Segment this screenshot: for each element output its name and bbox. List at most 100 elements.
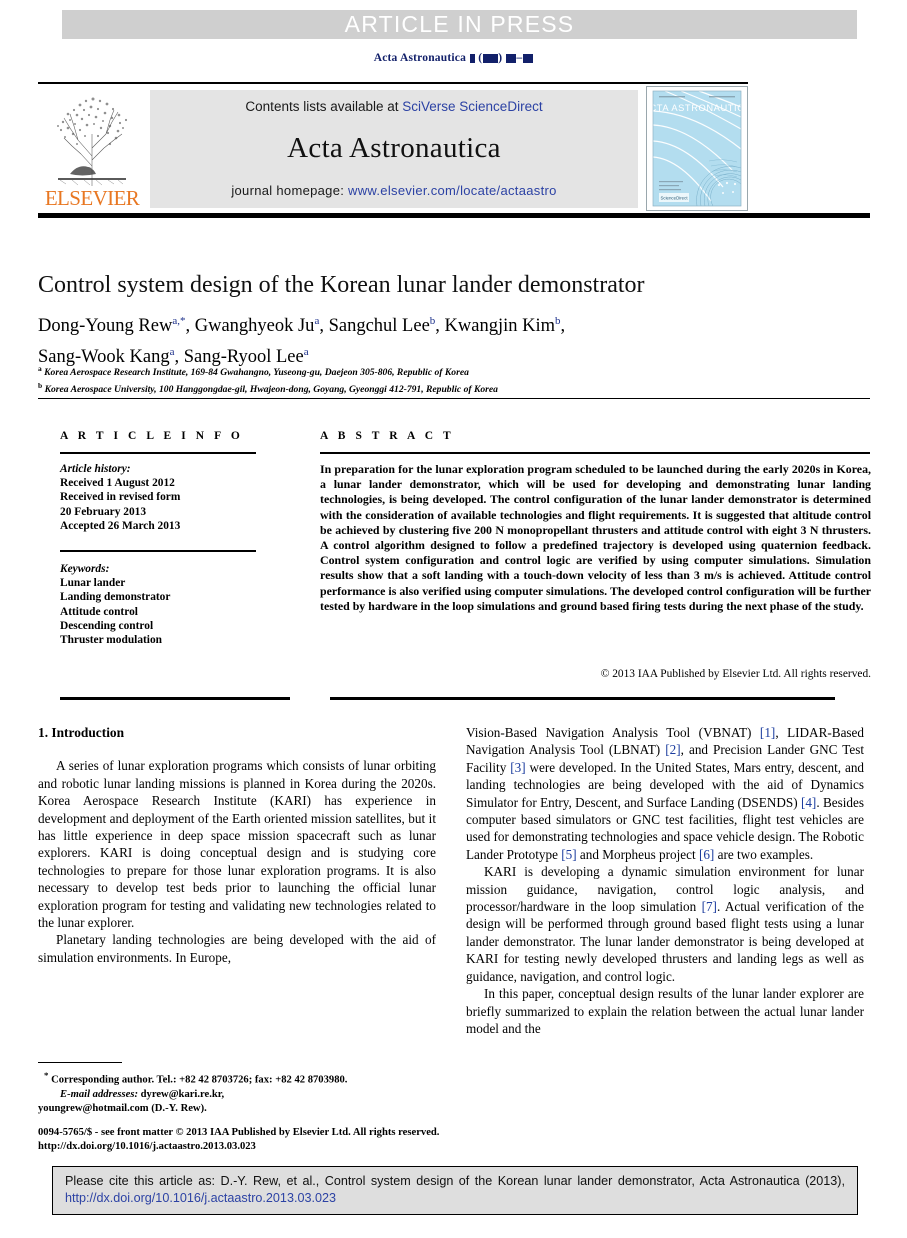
footnote-rule	[38, 1062, 122, 1063]
keyword-item: Attitude control	[60, 605, 138, 618]
article-history-item: Received in revised form	[60, 491, 181, 504]
corresponding-author-text: Corresponding author. Tel.: +82 42 87037…	[51, 1074, 348, 1086]
citation-ref[interactable]: [5]	[561, 847, 576, 862]
body-column-right: Vision-Based Navigation Analysis Tool (V…	[466, 724, 864, 1037]
author-marks: a	[314, 315, 320, 327]
article-history-item: Received 1 August 2012	[60, 477, 175, 490]
affiliation-item: b Korea Aerospace University, 100 Hanggo…	[38, 379, 838, 396]
author-block-rule	[38, 398, 870, 399]
affiliation-mark: a	[38, 364, 42, 373]
email-addresses[interactable]: dyrew@kari.re.kr,	[141, 1089, 225, 1100]
article-history-block: Article history: Received 1 August 2012 …	[60, 462, 260, 533]
doi-line[interactable]: http://dx.doi.org/10.1016/j.actaastro.20…	[38, 1140, 508, 1154]
abstract-heading: A B S T R A C T	[320, 430, 455, 442]
email-note: E-mail addresses: dyrew@kari.re.kr,	[38, 1088, 438, 1102]
footnote-block: * Corresponding author. Tel.: +82 42 870…	[38, 1068, 438, 1117]
paragraph: In this paper, conceptual design results…	[466, 986, 864, 1036]
volume-placeholder-block	[469, 53, 475, 63]
journal-homepage-link[interactable]: www.elsevier.com/locate/actaastro	[348, 183, 557, 198]
elsevier-logo: ELSEVIER	[38, 86, 146, 211]
running-head: Acta Astronautica () –	[0, 52, 907, 64]
issn-line: 0094-5765/$ - see front matter © 2013 IA…	[38, 1127, 440, 1138]
article-history-item: Accepted 26 March 2013	[60, 519, 181, 532]
article-history-label: Article history:	[60, 463, 131, 475]
sciencedirect-link[interactable]: SciVerse ScienceDirect	[402, 99, 542, 114]
page-title: Control system design of the Korean luna…	[38, 272, 645, 298]
article-info-heading: A R T I C L E I N F O	[60, 430, 244, 442]
svg-text:ACTA ASTRONAUTICA: ACTA ASTRONAUTICA	[647, 103, 747, 113]
abstract-copyright: © 2013 IAA Published by Elsevier Ltd. Al…	[600, 668, 871, 680]
abstract-text: In preparation for the lunar exploration…	[320, 462, 871, 613]
contents-lists-prefix: Contents lists available at	[245, 99, 403, 114]
keywords-label: Keywords:	[60, 563, 110, 575]
masthead-top-rule	[38, 82, 748, 84]
corresponding-author-note: * Corresponding author. Tel.: +82 42 870…	[38, 1068, 438, 1088]
issn-block: 0094-5765/$ - see front matter © 2013 IA…	[38, 1126, 508, 1154]
author-name: Dong-Young Rew	[38, 316, 173, 337]
abstract-rule	[320, 452, 870, 454]
running-head-paren-open: (	[478, 52, 483, 64]
citation-ref[interactable]: [6]	[699, 847, 714, 862]
keywords-rule	[60, 550, 256, 552]
journal-homepage-prefix: journal homepage:	[231, 183, 349, 198]
paragraph: Vision-Based Navigation Analysis Tool (V…	[466, 724, 864, 863]
keyword-item: Lunar lander	[60, 577, 126, 590]
keyword-item: Thruster modulation	[60, 634, 163, 647]
citation-ref[interactable]: [2]	[665, 742, 680, 757]
keyword-item: Descending control	[60, 619, 154, 632]
article-in-press-banner: ARTICLE IN PRESS	[62, 10, 857, 39]
paragraph: KARI is developing a dynamic simulation …	[466, 863, 864, 985]
cite-doi-link[interactable]: http://dx.doi.org/10.1016/j.actaastro.20…	[65, 1191, 336, 1205]
paragraph: A series of lunar exploration programs w…	[38, 758, 436, 931]
email-label: E-mail addresses:	[60, 1088, 138, 1100]
page-end-placeholder-block	[522, 53, 533, 63]
journal-banner: Contents lists available at SciVerse Sci…	[150, 90, 638, 208]
body-right-rule	[330, 697, 835, 700]
running-head-dash: –	[516, 52, 523, 64]
author-marks: a,*	[172, 315, 186, 327]
citation-ref[interactable]: [3]	[510, 760, 525, 775]
email-note-second-line[interactable]: youngrew@hotmail.com (D.-Y. Rew).	[38, 1102, 438, 1116]
keywords-block: Keywords: Lunar lander Landing demonstra…	[60, 562, 260, 647]
running-head-paren-close: )	[498, 52, 503, 64]
page-start-placeholder-block	[505, 53, 516, 63]
year-placeholder-block	[482, 53, 498, 63]
cite-text: Please cite this article as: D.-Y. Rew, …	[65, 1174, 845, 1188]
article-history-item: 20 February 2013	[60, 505, 147, 518]
elsevier-wordmark: ELSEVIER	[44, 186, 140, 210]
elsevier-tree-icon	[57, 97, 128, 186]
author-marks: b	[429, 315, 436, 327]
citation-ref[interactable]: [4]	[801, 795, 816, 810]
author-name: Sangchul Lee	[328, 316, 430, 337]
author-list: Dong-Young Rewa,*, Gwanghyeok Jua, Sangc…	[38, 315, 566, 368]
citation-ref[interactable]: [7]	[702, 899, 717, 914]
svg-text:ScienceDirect: ScienceDirect	[660, 196, 688, 201]
journal-cover-artwork: ACTA ASTRONAUTICA ScienceDirect	[647, 87, 747, 210]
author-name: Kwangjin Kim	[444, 316, 556, 337]
affiliation-item: a Korea Aerospace Research Institute, 16…	[38, 362, 838, 379]
affiliation-list: a Korea Aerospace Research Institute, 16…	[38, 362, 838, 396]
text-run: are two examples.	[714, 846, 814, 862]
author-marks: a	[303, 346, 309, 359]
author-name: Gwanghyeok Ju	[194, 316, 315, 337]
paragraph: Planetary landing technologies are being…	[38, 932, 436, 965]
body-column-left: 1. Introduction A series of lunar explor…	[38, 724, 436, 966]
text-run: Vision-Based Navigation Analysis Tool (V…	[466, 725, 760, 740]
author-marks: a	[169, 346, 175, 359]
masthead: ELSEVIER Contents lists available at Sci…	[38, 86, 748, 211]
contents-lists-line: Contents lists available at SciVerse Sci…	[245, 99, 542, 114]
body-left-rule	[60, 697, 290, 700]
journal-homepage-line: journal homepage: www.elsevier.com/locat…	[231, 183, 556, 198]
journal-cover-thumbnail: ACTA ASTRONAUTICA ScienceDirect	[646, 86, 748, 211]
affiliation-mark: b	[38, 381, 43, 391]
running-head-journal: Acta Astronautica	[373, 52, 467, 64]
cite-this-article-box: Please cite this article as: D.-Y. Rew, …	[52, 1166, 858, 1215]
affiliation-text: Korea Aerospace University, 100 Hanggong…	[44, 384, 498, 396]
section-heading-introduction: 1. Introduction	[38, 725, 125, 740]
journal-title: Acta Astronautica	[287, 132, 501, 164]
author-marks: b	[555, 315, 561, 327]
article-in-press-label: ARTICLE IN PRESS	[344, 11, 575, 37]
keyword-item: Landing demonstrator	[60, 591, 171, 604]
affiliation-text: Korea Aerospace Research Institute, 169-…	[44, 367, 469, 379]
citation-ref[interactable]: [1]	[760, 725, 775, 740]
